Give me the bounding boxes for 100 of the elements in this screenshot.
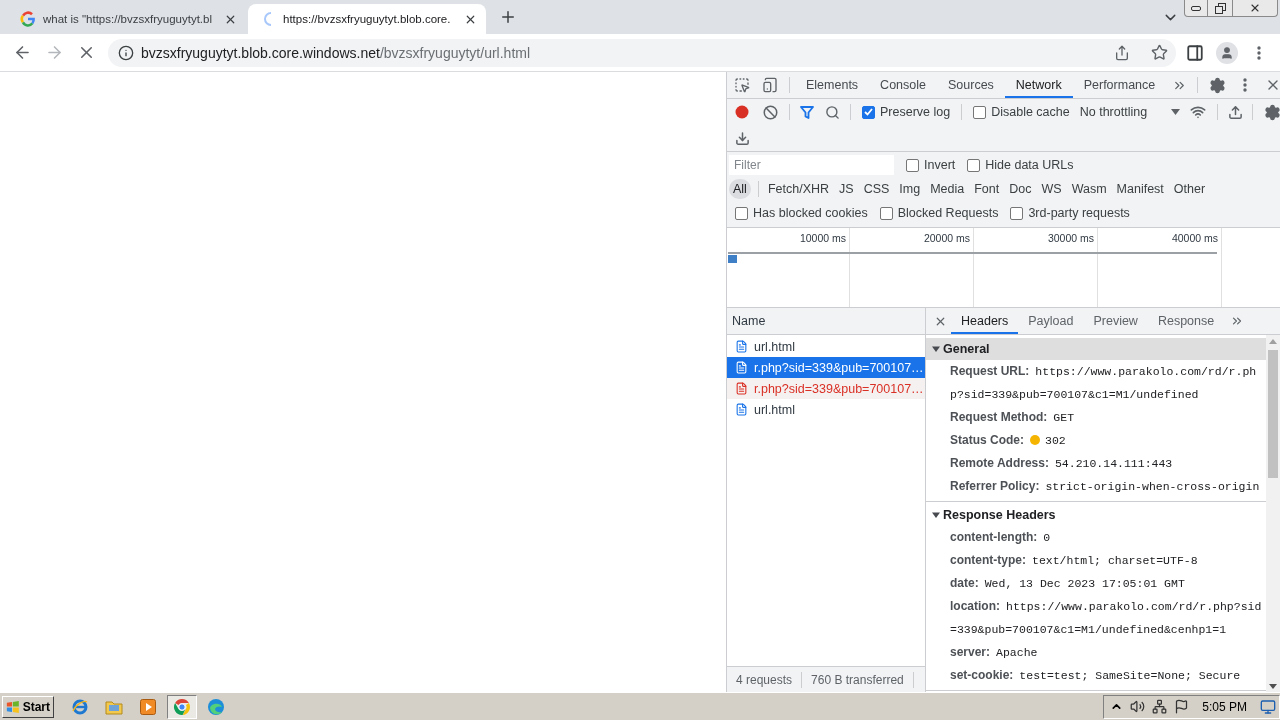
type-filter-button[interactable]: Wasm [1067,179,1111,199]
browser-logo-icon [173,697,191,716]
header-line: content-length: 0 [949,529,1052,546]
filter-icon [800,105,814,119]
section-header[interactable]: Response Headers [926,504,1266,526]
summary-text: 760 B transferred [802,671,914,688]
flag-icon[interactable] [1174,699,1190,714]
checkbox-label: Blocked Requests [897,206,999,220]
checkmark-icon [864,108,873,116]
address-bar[interactable]: bvzsxfryuguytyt.blob.core.windows.net/bvzsxfryuguytyt/url.html [108,38,1176,67]
summary-text: 4 requests [727,671,803,688]
request-name: url.html [754,339,795,354]
url-host-text: bvzsxfryuguytyt.blob.core.windows.net [141,44,380,61]
type-filter-button[interactable]: Manifest [1112,179,1168,199]
checkbox-label: Disable cache [991,105,1070,119]
checkbox[interactable] [879,206,893,220]
folder-icon [105,698,123,715]
checkbox[interactable] [735,206,748,220]
clock-text: 5:05 PM [1202,699,1247,714]
type-filter-button[interactable]: Other [1169,179,1210,199]
info-icon [118,44,134,61]
scroll-down-icon [1269,684,1277,689]
header-line: Request URL: https://www.parakolo.com/rd/r.php?sid=339&pub=700107&c1=M1/undefined [949,363,1258,403]
request-row[interactable]: url.html [727,399,925,420]
filter-input[interactable]: Filter [729,155,894,175]
request-row[interactable]: r.php?sid=339&pub=700107… [727,357,925,378]
type-filter-button[interactable]: All [729,179,751,199]
star-icon [1150,44,1168,61]
type-filter-button[interactable]: CSS [859,179,894,199]
header-line: Referrer Policy: strict-origin-when-cross-origin [949,478,1261,495]
checkbox-label: Preserve log [880,105,951,119]
request-row[interactable]: url.html [727,336,925,357]
panel-tab[interactable]: Elements [795,72,870,98]
restore-button[interactable] [1207,0,1233,17]
avatar-icon [1216,41,1238,64]
inspect-icon [734,77,750,93]
time-tick-label: 20000 ms [923,232,970,244]
checkbox[interactable] [973,105,987,119]
detail-tab[interactable]: Response [1147,308,1225,334]
checkbox-label: Has blocked cookies [753,206,868,220]
panel-tab[interactable]: Sources [937,72,1005,98]
close-icon [1249,2,1261,14]
type-filter-button[interactable]: Font [970,179,1004,199]
document-icon [735,361,748,374]
checkbox-label: 3rd-party requests [1028,206,1130,220]
type-filter-button[interactable]: WS [1037,179,1066,199]
header-line: Remote Address: 54.210.14.111:443 [949,455,1174,472]
play-icon [140,698,156,715]
request-row[interactable]: r.php?sid=339&pub=700107… [727,378,925,399]
type-filter-button[interactable]: Img [895,179,925,199]
header-line: set-cookie: test=test; SameSite=None; Secure [949,667,1242,684]
type-filter-button[interactable]: Media [926,179,969,199]
browser-tab[interactable]: what is "https://bvzsxfryuguytyt.bl [8,4,246,34]
speaker-icon[interactable] [1130,699,1146,714]
plus-icon [499,8,517,26]
search-icon [824,104,840,120]
side-panel-icon [1186,43,1204,62]
checkbox[interactable] [1010,206,1024,220]
header-line: date: Wed, 13 Dec 2023 17:05:01 GMT [949,575,1186,592]
panel-tab[interactable]: Performance [1072,72,1167,98]
panel-tab[interactable]: Console [869,72,937,98]
header-line: Request Method: GET [949,409,1076,426]
minimize-button[interactable] [1184,0,1208,17]
time-tick-label: 30000 ms [1047,232,1094,244]
header-value: 302 [1045,434,1066,447]
scrollbar-track[interactable] [1266,335,1280,692]
url-path-text: /bvzsxfryuguytyt/url.html [379,44,531,61]
monitor-icon[interactable] [1260,698,1276,715]
menu-icon [1243,78,1248,92]
swirl-logo-icon [207,697,225,716]
scrollbar-thumb[interactable] [1268,350,1278,478]
name-column-header[interactable]: Name [727,308,925,335]
section-header[interactable]: General [926,338,1266,360]
type-filter-button[interactable]: Fetch/XHR [763,179,834,199]
header-line: content-type: text/html; charset=UTF-8 [949,552,1199,569]
device-icon [762,77,778,93]
checkbox[interactable] [906,158,919,172]
tab-title: https://bvzsxfryuguytyt.blob.core. [283,13,452,25]
header-name: Status Code: [950,433,1024,447]
minimize-icon [1191,5,1201,11]
detail-tab[interactable]: Preview [1083,308,1148,334]
detail-tab[interactable]: Payload [1018,308,1084,334]
scroll-up-icon [1269,339,1277,344]
request-name: r.php?sid=339&pub=700107… [754,360,924,375]
caret-icon [1171,109,1181,115]
detail-tab[interactable]: Headers [951,308,1019,334]
checkbox[interactable] [862,105,875,119]
throttling-select[interactable]: No throttling [1075,101,1185,123]
browser-tab[interactable]: https://bvzsxfryuguytyt.blob.core. [248,4,486,34]
section-title: Response Headers [943,508,1056,522]
type-filter-button[interactable]: JS [835,179,858,199]
taskbar-app-button[interactable] [167,694,197,719]
upload-icon [1227,104,1243,120]
type-filter-button[interactable]: Doc [1005,179,1036,199]
network-icon[interactable] [1152,699,1168,714]
start-button[interactable]: Start [2,695,54,718]
header-line: server: Apache [949,644,1039,661]
download-icon [734,130,750,146]
checkbox[interactable] [967,158,981,172]
section-title: General [943,342,990,356]
